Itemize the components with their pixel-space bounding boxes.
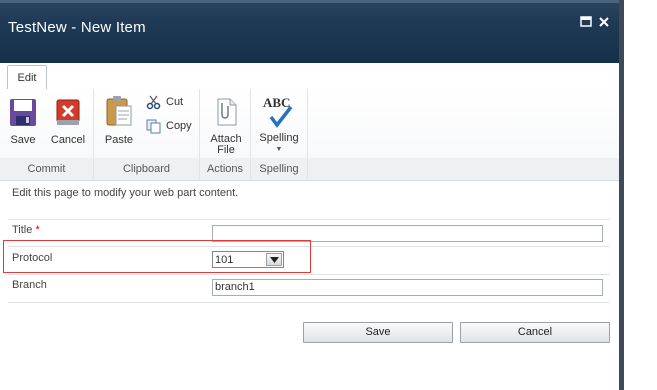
close-icon[interactable] [598, 16, 612, 30]
protocol-highlight-box [3, 240, 311, 273]
ribbon-group-spelling: ABC Spelling ▼ Spelling [251, 89, 308, 181]
tab-edit[interactable]: Edit [7, 65, 47, 90]
spelling-label: Spelling [259, 132, 299, 144]
row-separator [8, 302, 610, 303]
ribbon-group-actions: Attach File Actions [200, 89, 251, 181]
window-title: TestNew - New Item [8, 19, 146, 36]
ribbon-group-commit: Save Cancel Commit [0, 89, 94, 181]
spelling-dropdown-arrow-icon[interactable]: ▼ [257, 144, 301, 155]
save-icon [6, 98, 40, 131]
paste-button[interactable]: Paste [102, 95, 136, 146]
paste-label: Paste [104, 134, 134, 146]
maximize-icon[interactable] [580, 16, 594, 30]
save-ribbon-button[interactable]: Save [6, 98, 40, 146]
spelling-icon: ABC [262, 96, 296, 129]
actions-group-label: Actions [206, 163, 244, 175]
intro-text: Edit this page to modify your web part c… [12, 187, 239, 199]
save-button[interactable]: Save [303, 322, 453, 343]
cancel-icon [48, 98, 88, 131]
ribbon-group-clipboard: Paste Cut Copy Clipboard [94, 89, 200, 181]
copy-label: Copy [166, 120, 192, 132]
clipboard-group-label: Clipboard [122, 163, 171, 175]
row-separator [8, 219, 610, 220]
save-ribbon-label: Save [10, 134, 36, 146]
attach-file-button[interactable]: Attach File [206, 97, 246, 156]
attach-file-icon [206, 97, 246, 130]
cancel-ribbon-button[interactable]: Cancel [48, 98, 88, 146]
cut-button[interactable]: Cut [146, 94, 196, 112]
cut-label: Cut [166, 96, 184, 108]
branch-label: Branch [12, 279, 47, 291]
row-separator [8, 274, 610, 275]
title-label-text: Title [12, 224, 33, 236]
cut-icon [146, 94, 162, 113]
dialog-right-border [619, 0, 624, 390]
required-mark: * [35, 224, 40, 236]
title-label: Title * [12, 224, 40, 236]
title-bar: TestNew - New Item [0, 0, 619, 63]
spelling-group-label: Spelling [259, 163, 299, 175]
ribbon: Save Cancel Commit Paste Cut Copy Clipbo… [0, 89, 619, 181]
commit-group-label: Commit [27, 163, 66, 175]
cancel-button[interactable]: Cancel [460, 322, 610, 343]
copy-button[interactable]: Copy [146, 118, 196, 136]
spelling-button[interactable]: ABC Spelling ▼ [257, 96, 301, 155]
paste-icon [102, 95, 136, 131]
copy-icon [146, 118, 162, 137]
attach-label-line2: File [217, 144, 235, 156]
dialog: TestNew - New Item Edit Save Cancel Comm… [0, 0, 624, 390]
cancel-ribbon-label: Cancel [50, 134, 86, 146]
branch-input[interactable]: branch1 [212, 279, 603, 296]
